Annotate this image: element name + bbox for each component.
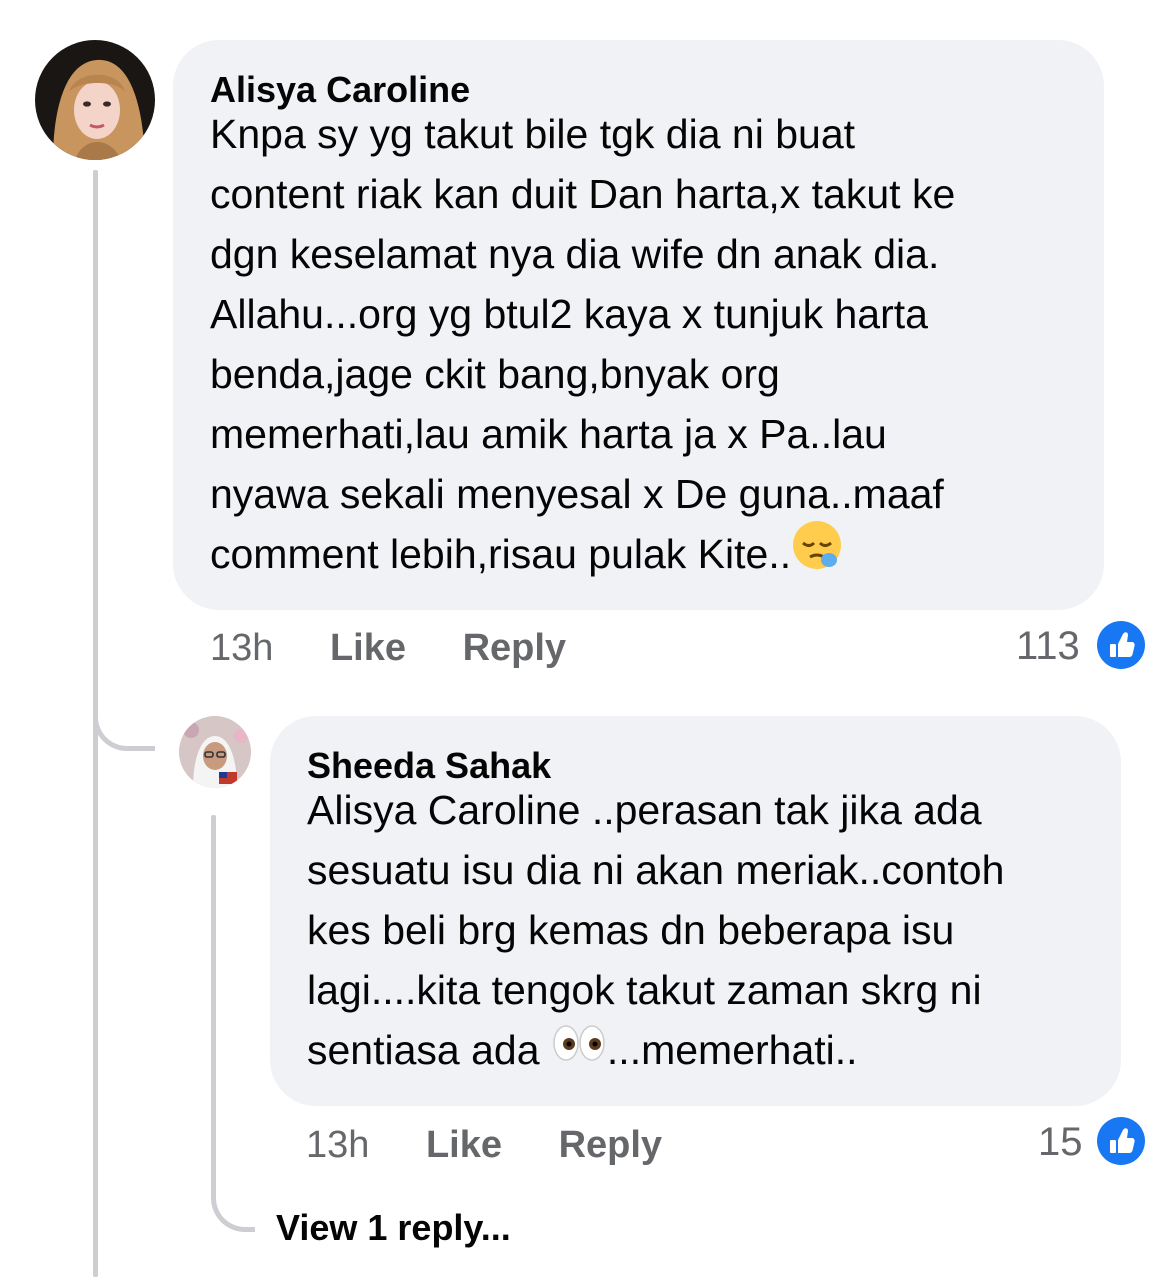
reply-like-button[interactable]: Like xyxy=(426,1124,502,1166)
reply-bubble: Sheeda Sahak Alisya Caroline ..perasan t… xyxy=(270,716,1121,1106)
like-icon[interactable] xyxy=(1097,621,1145,669)
thread-connector-view-replies xyxy=(211,1180,255,1232)
avatar-sheeda-sahak[interactable] xyxy=(179,716,251,788)
view-replies-link[interactable]: View 1 reply... xyxy=(276,1207,511,1249)
sleepy-face-emoji xyxy=(791,519,843,587)
comment-time[interactable]: 13h xyxy=(210,627,273,669)
comment-text-body: Knpa sy yg takut bile tgk dia ni buat co… xyxy=(210,111,956,577)
comment-bubble: Alisya Caroline Knpa sy yg takut bile tg… xyxy=(173,40,1104,610)
reply-meta: 13h Like Reply xyxy=(306,1124,662,1167)
comment-like-button[interactable]: Like xyxy=(330,627,406,669)
comment-reply-button[interactable]: Reply xyxy=(463,627,566,669)
thread-connector-reply xyxy=(93,680,155,751)
eyes-emoji xyxy=(551,1019,607,1079)
reply-reaction-count[interactable]: 15 xyxy=(1038,1120,1083,1165)
thread-line-nested xyxy=(211,815,216,1195)
comment-meta: 13h Like Reply xyxy=(210,627,566,670)
comment-text: Knpa sy yg takut bile tgk dia ni buat co… xyxy=(210,104,1067,587)
reply-text: Alisya Caroline ..perasan tak jika ada s… xyxy=(307,780,1084,1080)
like-icon[interactable] xyxy=(1097,1117,1145,1165)
reply-time[interactable]: 13h xyxy=(306,1124,369,1166)
profile-photo-icon xyxy=(35,40,155,160)
avatar-alisya-caroline[interactable] xyxy=(35,40,155,160)
profile-photo-icon xyxy=(179,716,251,788)
reply-text-tail: ...memerhati.. xyxy=(606,1027,858,1073)
comment-reaction-count[interactable]: 113 xyxy=(1016,624,1080,669)
reply-reply-button[interactable]: Reply xyxy=(559,1124,662,1166)
